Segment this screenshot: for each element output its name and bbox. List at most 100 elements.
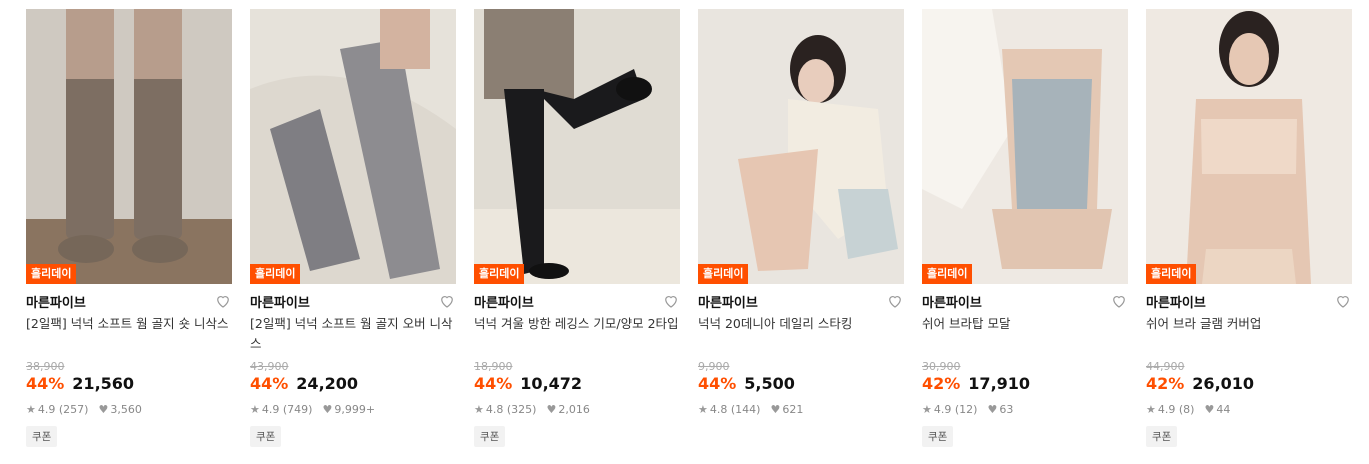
- rating-value: 4.9: [37, 403, 56, 416]
- product-card[interactable]: 홀리데이 마른파이브 쉬어 브라탑 모달 30,900 42% 17,910 ★…: [922, 9, 1128, 447]
- review-count: (12): [954, 403, 978, 416]
- rating: ★ 4.9 (749): [250, 403, 312, 416]
- heart-filled-icon: ♥: [98, 403, 109, 416]
- like-count: 44: [1216, 403, 1231, 416]
- product-title[interactable]: 넉넉 20데니아 데일리 스타킹: [698, 314, 904, 334]
- star-icon: ★: [1146, 403, 1156, 416]
- brand-name[interactable]: 마른파이브: [26, 292, 86, 311]
- discount-rate: 44%: [474, 374, 513, 393]
- product-image[interactable]: 홀리데이: [26, 9, 232, 284]
- sale-price: 17,910: [968, 374, 1031, 393]
- product-title[interactable]: [2일팩] 넉넉 소프트 웜 골지 숏 니삭스: [26, 314, 232, 354]
- sale-price: 5,500: [744, 374, 795, 393]
- rating-value: 4.8: [709, 403, 728, 416]
- product-photo-socks-over-knee: [250, 9, 456, 284]
- original-price: 38,900: [26, 360, 65, 373]
- product-grid: 홀리데이 마른파이브 [2일팩] 넉넉 소프트 웜 골지 숏 니삭스 38,90…: [0, 0, 1369, 464]
- original-price: 30,900: [922, 360, 961, 373]
- review-count: (325): [506, 403, 537, 416]
- holiday-badge: 홀리데이: [250, 264, 301, 284]
- sale-price: 26,010: [1192, 374, 1255, 393]
- product-card[interactable]: 홀리데이 마른파이브 넉넉 20데니아 데일리 스타킹 9,900 44% 5,…: [698, 9, 904, 416]
- heart-filled-icon: ♥: [546, 403, 557, 416]
- heart-outline-icon[interactable]: [1110, 292, 1128, 310]
- likes: ♥ 621: [770, 403, 803, 416]
- discount-rate: 44%: [698, 374, 737, 393]
- coupon-tag: 쿠폰: [474, 426, 506, 447]
- discount-rate: 42%: [922, 374, 961, 393]
- original-price: 9,900: [698, 360, 730, 373]
- rating: ★ 4.9 (257): [26, 403, 88, 416]
- coupon-tag: 쿠폰: [26, 426, 58, 447]
- original-price: 18,900: [474, 360, 513, 373]
- review-count: (749): [282, 403, 313, 416]
- holiday-badge: 홀리데이: [922, 264, 973, 284]
- brand-name[interactable]: 마른파이브: [250, 292, 310, 311]
- discount-rate: 44%: [250, 374, 289, 393]
- rating: ★ 4.9 (8): [1146, 403, 1194, 416]
- original-price: 44,900: [1146, 360, 1185, 373]
- like-count: 9,999+: [334, 403, 376, 416]
- star-icon: ★: [698, 403, 708, 416]
- product-image[interactable]: 홀리데이: [1146, 9, 1352, 284]
- coupon-tag: 쿠폰: [250, 426, 282, 447]
- star-icon: ★: [474, 403, 484, 416]
- coupon-tag: 쿠폰: [922, 426, 954, 447]
- review-count: (257): [58, 403, 89, 416]
- like-count: 2,016: [558, 403, 590, 416]
- heart-outline-icon[interactable]: [214, 292, 232, 310]
- holiday-badge: 홀리데이: [474, 264, 525, 284]
- product-photo-bratop: [922, 9, 1128, 284]
- coupon-tag: 쿠폰: [1146, 426, 1178, 447]
- brand-name[interactable]: 마른파이브: [474, 292, 534, 311]
- product-card[interactable]: 홀리데이 마른파이브 넉넉 겨울 방한 레깅스 기모/양모 2타입 18,900…: [474, 9, 680, 447]
- product-image[interactable]: 홀리데이: [922, 9, 1128, 284]
- brand-name[interactable]: 마른파이브: [698, 292, 758, 311]
- product-image[interactable]: 홀리데이: [250, 9, 456, 284]
- product-photo-stockings: [698, 9, 904, 284]
- heart-filled-icon: ♥: [987, 403, 998, 416]
- holiday-badge: 홀리데이: [26, 264, 77, 284]
- review-count: (8): [1178, 403, 1195, 416]
- sale-price: 10,472: [520, 374, 583, 393]
- sale-price: 24,200: [296, 374, 359, 393]
- product-title[interactable]: 쉬어 브라 글램 커버업: [1146, 314, 1352, 334]
- product-card[interactable]: 홀리데이 마른파이브 [2일팩] 넉넉 소프트 웜 골지 오버 니삭스 43,9…: [250, 9, 456, 447]
- star-icon: ★: [26, 403, 36, 416]
- like-count: 621: [782, 403, 804, 416]
- likes: ♥ 2,016: [546, 403, 589, 416]
- heart-outline-icon[interactable]: [1334, 292, 1352, 310]
- heart-outline-icon[interactable]: [438, 292, 456, 310]
- product-photo-bra: [1146, 9, 1352, 284]
- rating-value: 4.9: [933, 403, 952, 416]
- likes: ♥ 9,999+: [322, 403, 375, 416]
- sale-price: 21,560: [72, 374, 135, 393]
- heart-outline-icon[interactable]: [886, 292, 904, 310]
- rating: ★ 4.9 (12): [922, 403, 977, 416]
- product-photo-socks-short: [26, 9, 232, 284]
- brand-name[interactable]: 마른파이브: [1146, 292, 1206, 311]
- brand-name[interactable]: 마른파이브: [922, 292, 982, 311]
- heart-filled-icon: ♥: [1204, 403, 1215, 416]
- product-image[interactable]: 홀리데이: [698, 9, 904, 284]
- rating-value: 4.8: [485, 403, 504, 416]
- product-title[interactable]: 쉬어 브라탑 모달: [922, 314, 1128, 334]
- discount-rate: 42%: [1146, 374, 1185, 393]
- rating: ★ 4.8 (325): [474, 403, 536, 416]
- product-title[interactable]: 넉넉 겨울 방한 레깅스 기모/양모 2타입: [474, 314, 680, 354]
- rating: ★ 4.8 (144): [698, 403, 760, 416]
- rating-value: 4.9: [1157, 403, 1176, 416]
- product-card[interactable]: 홀리데이 마른파이브 쉬어 브라 글램 커버업 44,900 42% 26,01…: [1146, 9, 1352, 447]
- holiday-badge: 홀리데이: [698, 264, 749, 284]
- discount-rate: 44%: [26, 374, 65, 393]
- heart-filled-icon: ♥: [770, 403, 781, 416]
- likes: ♥ 44: [1204, 403, 1230, 416]
- product-title[interactable]: [2일팩] 넉넉 소프트 웜 골지 오버 니삭스: [250, 314, 456, 354]
- product-card[interactable]: 홀리데이 마른파이브 [2일팩] 넉넉 소프트 웜 골지 숏 니삭스 38,90…: [26, 9, 232, 447]
- review-count: (144): [730, 403, 761, 416]
- like-count: 63: [999, 403, 1014, 416]
- star-icon: ★: [922, 403, 932, 416]
- heart-filled-icon: ♥: [322, 403, 333, 416]
- heart-outline-icon[interactable]: [662, 292, 680, 310]
- product-image[interactable]: 홀리데이: [474, 9, 680, 284]
